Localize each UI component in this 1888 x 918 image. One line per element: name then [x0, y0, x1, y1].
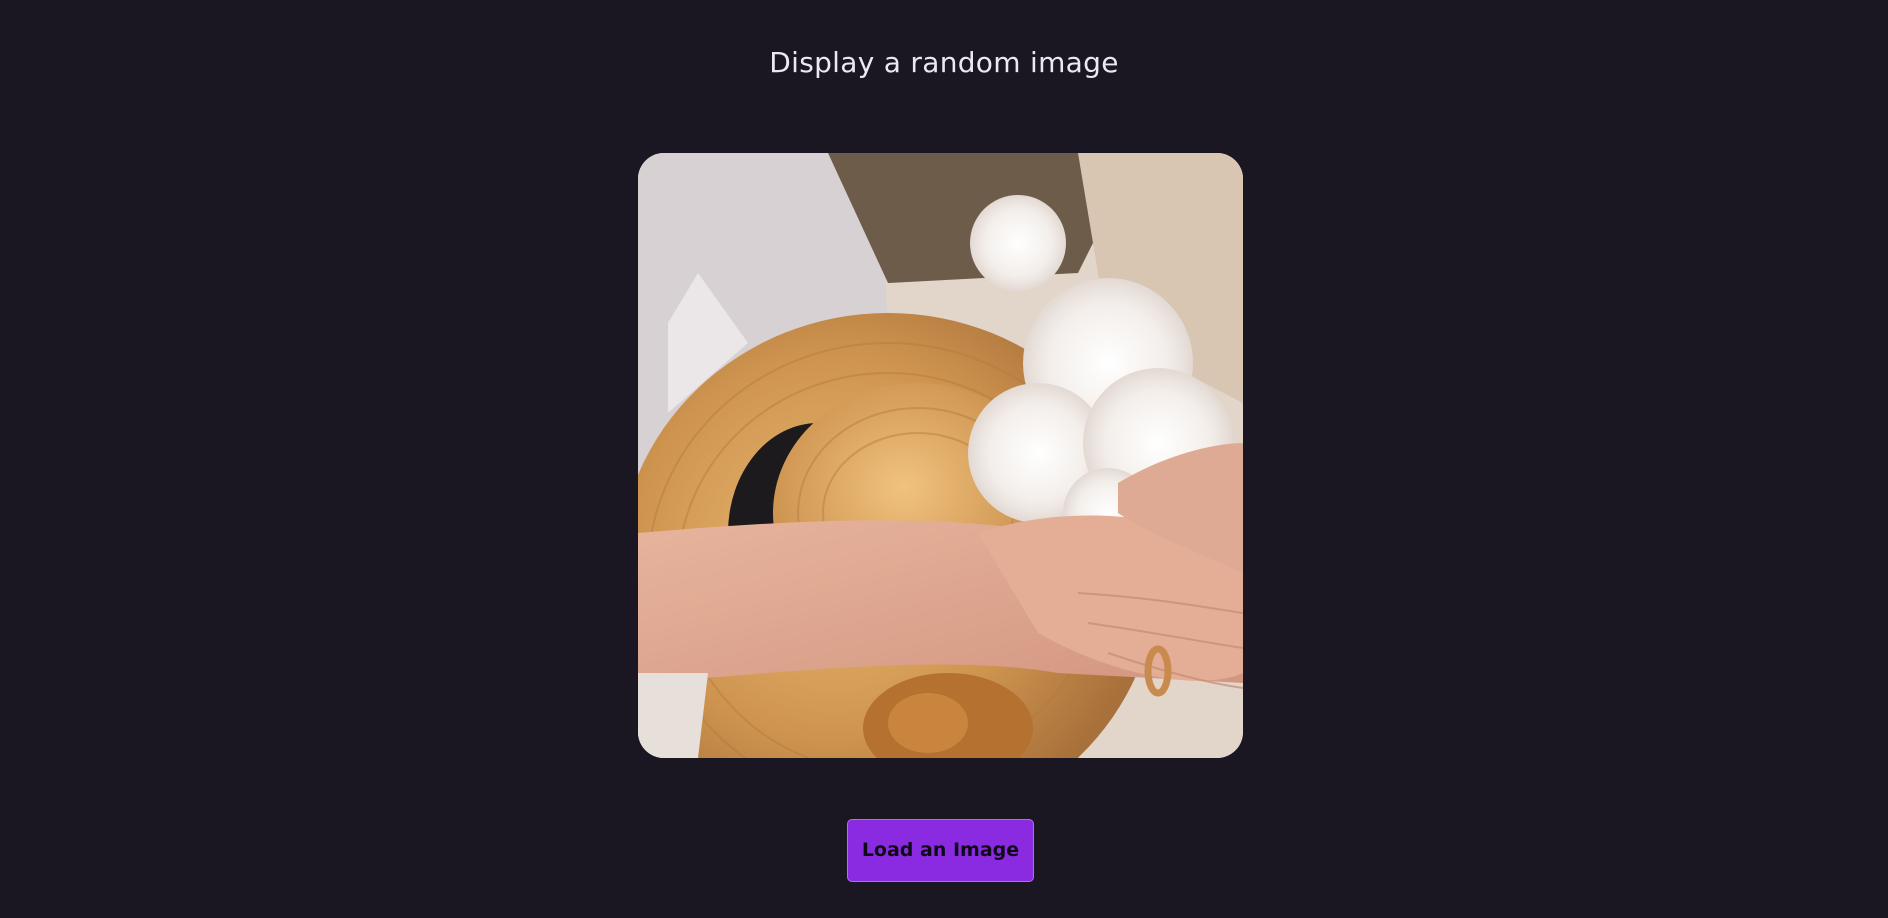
app-page: Display a random image Load an Image — [0, 0, 1888, 918]
load-image-button[interactable]: Load an Image — [847, 819, 1034, 882]
random-image — [638, 153, 1243, 758]
page-title: Display a random image — [769, 46, 1119, 79]
random-image-photo — [638, 153, 1243, 758]
